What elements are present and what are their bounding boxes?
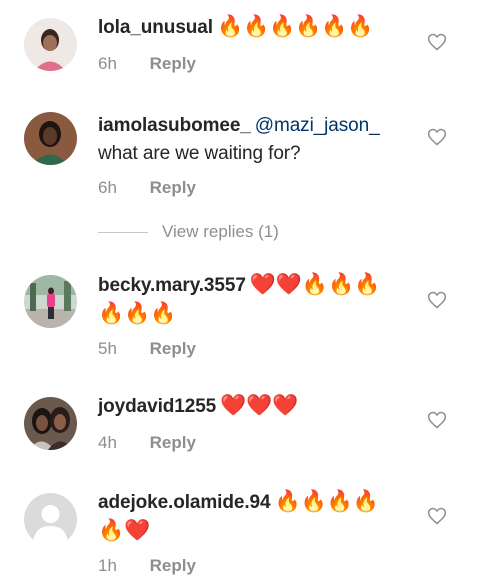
view-replies-link[interactable]: View replies (1) [162, 222, 279, 242]
username-link[interactable]: joydavid1255 [98, 396, 216, 417]
emoji-text: 🔥❤️ [98, 519, 151, 542]
reply-button[interactable]: Reply [150, 433, 196, 452]
timestamp: 6h [98, 178, 117, 197]
avatar[interactable] [24, 275, 77, 328]
timestamp: 5h [98, 339, 117, 358]
default-avatar-icon[interactable] [24, 493, 77, 546]
reply-button[interactable]: Reply [150, 54, 196, 73]
emoji-text: ❤️❤️❤️ [220, 394, 299, 417]
avatar[interactable] [24, 397, 77, 450]
mention-link[interactable]: @mazi_jason_ [255, 115, 380, 136]
timestamp: 1h [98, 556, 117, 575]
avatar[interactable] [24, 112, 77, 165]
like-heart-icon[interactable] [427, 127, 447, 147]
emoji-text: 🔥🔥🔥🔥🔥🔥 [216, 15, 374, 38]
username-link[interactable]: becky.mary.3557 [98, 275, 246, 296]
avatar[interactable] [24, 18, 77, 71]
comment-meta: 5h Reply [98, 339, 408, 361]
comment-text: what are we waiting for? [98, 143, 301, 164]
timestamp: 6h [98, 54, 117, 73]
like-heart-icon[interactable] [427, 290, 447, 310]
emoji-text: ❤️❤️🔥🔥🔥 [249, 273, 381, 296]
like-heart-icon[interactable] [427, 506, 447, 526]
username-link[interactable]: adejoke.olamide.94 [98, 492, 271, 513]
comment-body: joydavid1255 ❤️❤️❤️ 4h Reply [98, 392, 408, 455]
emoji-text: 🔥🔥🔥 [98, 302, 177, 325]
reply-button[interactable]: Reply [150, 556, 196, 575]
timestamp: 4h [98, 433, 117, 452]
comment-meta: 4h Reply [98, 433, 408, 455]
comment-meta: 6h Reply [98, 54, 408, 76]
username-link[interactable]: lola_unusual [98, 17, 213, 38]
view-replies[interactable]: View replies (1) [98, 220, 279, 244]
emoji-text: 🔥🔥🔥🔥 [274, 490, 379, 513]
reply-button[interactable]: Reply [150, 339, 196, 358]
comment-meta: 6h Reply [98, 178, 408, 200]
comment-body: iamolasubomee_ @mazi_jason_ what are we w… [98, 112, 408, 200]
like-heart-icon[interactable] [427, 410, 447, 430]
comment-body: adejoke.olamide.94 🔥🔥🔥🔥 🔥❤️ 1h Reply [98, 488, 408, 578]
comment-body: lola_unusual 🔥🔥🔥🔥🔥🔥 6h Reply [98, 13, 408, 76]
comment-body: becky.mary.3557 ❤️❤️🔥🔥🔥 🔥🔥🔥 5h Reply [98, 271, 408, 361]
reply-button[interactable]: Reply [150, 178, 196, 197]
username-link[interactable]: iamolasubomee_ [98, 115, 251, 136]
divider-line [98, 231, 148, 233]
like-heart-icon[interactable] [427, 32, 447, 52]
